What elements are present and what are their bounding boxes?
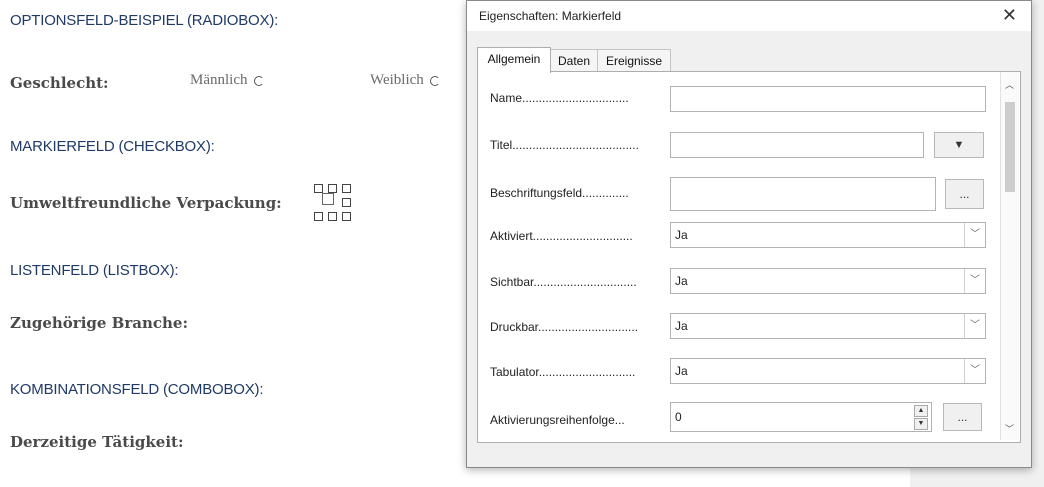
name-label: Name................................ <box>490 91 629 105</box>
titel-label: Titel...................................… <box>490 138 639 152</box>
dialog-title: Eigenschaften: Markierfeld <box>479 9 622 23</box>
beschriftungsfeld-input[interactable] <box>670 177 936 211</box>
aktivierungsreihenfolge-label: Aktivierungsreihenfolge... <box>490 413 625 427</box>
packaging-checkbox[interactable] <box>322 193 334 205</box>
sichtbar-label: Sichtbar............................... <box>490 275 637 289</box>
tabulator-value: Ja <box>675 364 688 378</box>
tab-ereignisse[interactable]: Ereignisse <box>597 49 671 72</box>
tabulator-label: Tabulator............................. <box>490 365 636 379</box>
aktivierungsreihenfolge-value: 0 <box>675 410 682 424</box>
druckbar-select[interactable]: Ja ﹀ <box>670 313 986 339</box>
activity-label: Derzeitige Tätigkeit: <box>10 433 184 451</box>
close-icon[interactable]: ✕ <box>1002 5 1017 26</box>
aktivierungsreihenfolge-browse-button[interactable]: ... <box>943 403 982 431</box>
scroll-down-icon[interactable]: ﹀ <box>1005 422 1014 435</box>
resize-handle[interactable] <box>328 212 337 221</box>
druckbar-label: Druckbar.............................. <box>490 320 639 334</box>
tab-allgemein[interactable]: Allgemein <box>477 47 551 73</box>
radiobox-heading: OPTIONSFELD-BEISPIEL (RADIOBOX): <box>10 12 279 29</box>
resize-handle[interactable] <box>342 198 351 207</box>
male-option[interactable]: Männlich <box>190 72 264 89</box>
spin-down-icon[interactable]: ▼ <box>914 418 928 430</box>
female-radio[interactable] <box>429 75 440 86</box>
sichtbar-value: Ja <box>675 274 688 288</box>
druckbar-value: Ja <box>675 319 688 333</box>
spin-up-icon[interactable]: ▲ <box>914 405 928 417</box>
aktiviert-value: Ja <box>675 228 688 242</box>
aktiviert-select[interactable]: Ja ﹀ <box>670 222 986 248</box>
resize-handle[interactable] <box>342 184 351 193</box>
resize-handle[interactable] <box>314 212 323 221</box>
chevron-down-icon[interactable]: ﹀ <box>964 314 985 338</box>
combobox-heading: KOMBINATIONSFELD (COMBOBOX): <box>10 381 264 398</box>
name-input[interactable] <box>670 86 986 112</box>
sichtbar-select[interactable]: Ja ﹀ <box>670 268 986 294</box>
aktiviert-label: Aktiviert.............................. <box>490 229 633 243</box>
vertical-scrollbar[interactable]: ︿ ﹀ <box>1000 72 1019 440</box>
scrollbar-thumb[interactable] <box>1005 102 1015 192</box>
properties-dialog: Eigenschaften: Markierfeld ✕ Allgemein D… <box>466 0 1032 468</box>
resize-handle[interactable] <box>328 184 337 193</box>
chevron-down-icon[interactable]: ﹀ <box>964 359 985 383</box>
scroll-up-icon[interactable]: ︿ <box>1005 78 1014 91</box>
listbox-heading: LISTENFELD (LISTBOX): <box>10 262 179 279</box>
beschriftungsfeld-label: Beschriftungsfeld.............. <box>490 186 629 200</box>
properties-panel: Name................................ Tit… <box>477 71 1021 443</box>
dialog-titlebar[interactable]: Eigenschaften: Markierfeld ✕ <box>467 1 1031 31</box>
male-option-label: Männlich <box>190 72 248 88</box>
female-option[interactable]: Weiblich <box>370 72 440 89</box>
aktivierungsreihenfolge-input[interactable]: 0 ▲ ▼ <box>670 402 932 432</box>
beschriftungsfeld-browse-button[interactable]: ... <box>945 179 984 209</box>
chevron-down-icon[interactable]: ﹀ <box>964 269 985 293</box>
tabulator-select[interactable]: Ja ﹀ <box>670 358 986 384</box>
male-radio[interactable] <box>253 75 264 86</box>
packaging-label: Umweltfreundliche Verpackung: <box>10 194 282 212</box>
resize-handle[interactable] <box>342 212 351 221</box>
industry-label: Zugehörige Branche: <box>10 314 188 332</box>
tab-daten[interactable]: Daten <box>550 49 598 72</box>
chevron-down-icon[interactable]: ﹀ <box>964 223 985 247</box>
titel-input[interactable] <box>670 132 924 158</box>
female-option-label: Weiblich <box>370 72 424 88</box>
resize-handle[interactable] <box>314 184 323 193</box>
titel-dropdown-button[interactable]: ▼ <box>934 132 984 158</box>
gender-label: Geschlecht: <box>10 74 109 92</box>
checkbox-heading: MARKIERFELD (CHECKBOX): <box>10 138 215 155</box>
